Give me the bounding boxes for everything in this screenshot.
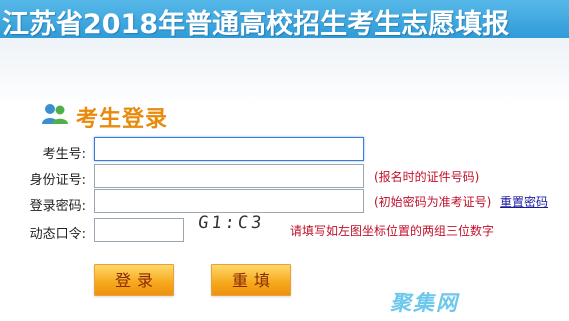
id-no-input[interactable] — [94, 164, 364, 188]
password-label: 登录密码: — [29, 199, 86, 214]
watermark-logo: 聚集网 — [390, 291, 459, 315]
users-icon — [42, 104, 68, 124]
captcha-image: G1:C3 — [197, 213, 266, 233]
id-no-label: 身份证号: — [29, 173, 86, 188]
password-hint: (初始密码为准考证号) — [374, 195, 492, 209]
dynamic-code-label: 动态口令: — [29, 227, 86, 242]
login-button[interactable]: 登录 — [94, 264, 174, 296]
exam-no-label: 考生号: — [42, 147, 86, 162]
page-title: 江苏省2018年普通高校招生考生志愿填报 — [2, 9, 510, 40]
reset-button[interactable]: 重填 — [211, 264, 291, 296]
dynamic-code-hint: 请填写如左图坐标位置的两组三位数字 — [290, 224, 495, 238]
id-no-hint: (报名时的证件号码) — [374, 170, 480, 184]
login-title: 考生登录 — [76, 107, 169, 132]
header-fade — [0, 38, 569, 108]
reset-password-link[interactable]: 重置密码 — [500, 193, 548, 210]
exam-no-input[interactable] — [94, 137, 364, 161]
dynamic-code-input[interactable] — [94, 218, 184, 242]
password-input[interactable] — [94, 189, 364, 213]
header-banner: 江苏省2018年普通高校招生考生志愿填报 — [0, 0, 569, 40]
